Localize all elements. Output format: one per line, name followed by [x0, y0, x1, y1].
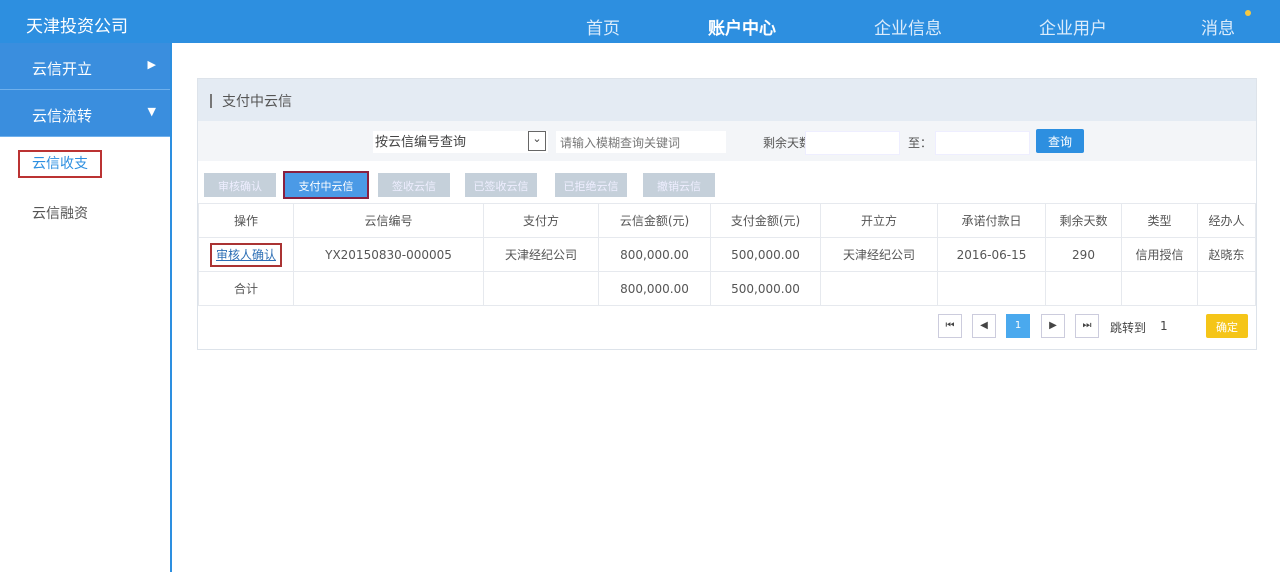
sidebar-group-label: 云信流转 [32, 107, 93, 125]
column-header: 开立方 [820, 203, 938, 238]
nav-messages[interactable]: 消息 [1201, 14, 1235, 39]
page-1-button[interactable]: 1 [1006, 314, 1030, 338]
total-amount: 800,000.00 [598, 271, 711, 306]
column-header: 剩余天数 [1045, 203, 1122, 238]
empty-cell [820, 271, 938, 306]
sidebar-group-label: 云信开立 [32, 60, 93, 78]
main-panel: 支付中云信 按云信编号查询 ⌄ 请输入模糊查询关键词 剩余天数： 至： 查询 审… [197, 78, 1257, 350]
keyword-input[interactable]: 请输入模糊查询关键词 [556, 131, 726, 153]
sidebar-item-receipts[interactable]: 云信收支 [0, 137, 170, 187]
cell-type: 信用授信 [1121, 237, 1198, 272]
sidebar: 云信开立 ▶ 云信流转 ▼ 云信收支 云信融资 [0, 43, 172, 572]
last-page-icon[interactable]: ⏭ [1075, 314, 1099, 338]
cell-days: 290 [1045, 237, 1122, 272]
action-buttons: 审核确认 支付中云信 签收云信 已签收云信 已拒绝云信 撤销云信 [198, 161, 1256, 201]
column-header: 云信编号 [293, 203, 484, 238]
nav-company-info[interactable]: 企业信息 [874, 14, 942, 39]
total-label: 合计 [198, 271, 294, 306]
sidebar-item-label: 云信融资 [32, 206, 88, 222]
notification-dot-icon [1245, 10, 1251, 16]
column-header: 承诺付款日 [937, 203, 1046, 238]
action-button[interactable]: 签收云信 [378, 173, 450, 197]
first-page-icon[interactable]: ⏮ [938, 314, 962, 338]
jump-input[interactable]: 1 [1160, 314, 1190, 338]
action-button[interactable]: 已签收云信 [465, 173, 537, 197]
cell-action: 审核人确认 [198, 237, 294, 272]
empty-cell [937, 271, 1046, 306]
empty-cell [1121, 271, 1198, 306]
column-header: 操作 [198, 203, 294, 238]
cell-amount: 800,000.00 [598, 237, 711, 272]
panel-title: 支付中云信 [198, 79, 1256, 121]
nav-home[interactable]: 首页 [586, 14, 620, 39]
cell-payer: 天津经纪公司 [483, 237, 599, 272]
table-row: 审核人确认 YX20150830-000005 天津经纪公司 800,000.0… [198, 237, 1256, 272]
table-header: 操作 云信编号 支付方 云信金额(元) 支付金额(元) 开立方 承诺付款日 剩余… [198, 203, 1256, 238]
sidebar-item-label: 云信收支 [18, 150, 102, 178]
query-button[interactable]: 查询 [1036, 129, 1084, 153]
cell-id: YX20150830-000005 [293, 237, 484, 272]
cell-due-date: 2016-06-15 [937, 237, 1046, 272]
column-header: 经办人 [1197, 203, 1256, 238]
company-logo: 天津投资公司 [26, 17, 128, 37]
action-button[interactable]: 撤销云信 [643, 173, 715, 197]
search-bar: 按云信编号查询 ⌄ 请输入模糊查询关键词 剩余天数： 至： 查询 [198, 121, 1256, 161]
next-page-icon[interactable]: ▶ [1041, 314, 1065, 338]
column-header: 支付金额(元) [710, 203, 821, 238]
action-button[interactable]: 已拒绝云信 [555, 173, 627, 197]
chevron-down-icon[interactable]: ⌄ [528, 131, 546, 151]
query-type-select[interactable]: 按云信编号查询 [373, 131, 548, 153]
action-button-active[interactable]: 支付中云信 [283, 171, 369, 199]
cell-handler: 赵晓东 [1197, 237, 1256, 272]
to-label: 至： [908, 136, 933, 150]
action-button[interactable]: 审核确认 [204, 173, 276, 197]
sidebar-group-transfer[interactable]: 云信流转 ▼ [0, 90, 170, 137]
days-from-input[interactable] [805, 131, 900, 155]
chevron-down-icon: ▼ [147, 105, 156, 118]
jump-go-button[interactable]: 确定 [1206, 314, 1248, 338]
total-row: 合计 800,000.00 500,000.00 [198, 271, 1256, 306]
sidebar-group-issue[interactable]: 云信开立 ▶ [0, 43, 170, 90]
column-header: 云信金额(元) [598, 203, 711, 238]
cell-issuer: 天津经纪公司 [820, 237, 938, 272]
prev-page-icon[interactable]: ◀ [972, 314, 996, 338]
column-header: 类型 [1121, 203, 1198, 238]
nav-account-center[interactable]: 账户中心 [708, 14, 776, 39]
total-paid: 500,000.00 [710, 271, 821, 306]
top-bar: 天津投资公司 首页 账户中心 企业信息 企业用户 消息 [0, 0, 1280, 43]
empty-cell [1197, 271, 1256, 306]
confirm-link[interactable]: 审核人确认 [209, 243, 282, 267]
data-table: 操作 云信编号 支付方 云信金额(元) 支付金额(元) 开立方 承诺付款日 剩余… [198, 203, 1256, 306]
days-to-input[interactable] [935, 131, 1030, 155]
nav-company-users[interactable]: 企业用户 [1039, 14, 1107, 39]
sidebar-item-financing[interactable]: 云信融资 [0, 187, 170, 237]
jump-label: 跳转到 [1110, 321, 1147, 335]
cell-paid: 500,000.00 [710, 237, 821, 272]
chevron-right-icon: ▶ [147, 58, 156, 71]
empty-cell [1045, 271, 1122, 306]
empty-cell [483, 271, 599, 306]
empty-cell [293, 271, 484, 306]
column-header: 支付方 [483, 203, 599, 238]
